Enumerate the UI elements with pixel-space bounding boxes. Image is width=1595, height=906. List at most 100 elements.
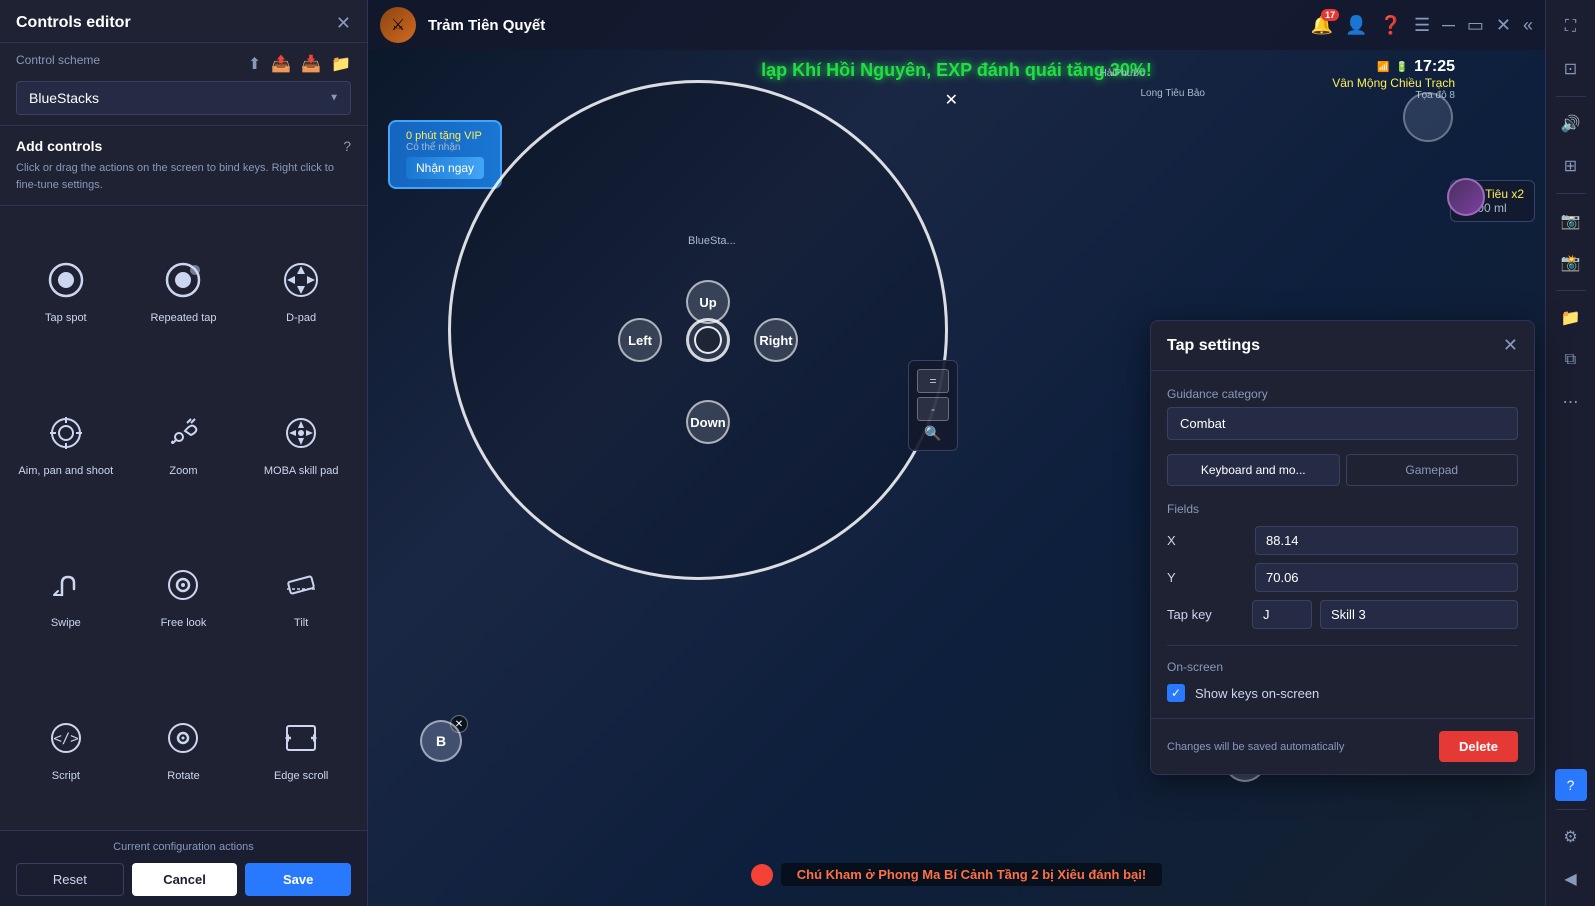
- rs-folder-icon[interactable]: 📁: [1552, 299, 1590, 337]
- show-keys-checkbox[interactable]: ✓: [1167, 684, 1185, 702]
- quest-avatar: [1447, 178, 1485, 216]
- guidance-category-label: Guidance category: [1167, 387, 1518, 401]
- control-aim-pan-shoot[interactable]: Aim, pan and shoot: [8, 367, 124, 518]
- bluestacks-dpad-label: BlueSta...: [688, 235, 736, 247]
- control-d-pad[interactable]: D-pad: [243, 214, 359, 365]
- player2-name: Long Tiêu Bảo: [1141, 88, 1206, 99]
- scheme-select[interactable]: BlueStacks: [16, 81, 351, 115]
- menu-icon[interactable]: ☰: [1414, 15, 1430, 36]
- controls-editor-panel: Controls editor ✕ Control scheme ⬆ 📤 📥 📁…: [0, 0, 368, 906]
- show-keys-row: ✓ Show keys on-screen: [1167, 684, 1518, 702]
- action-buttons: Reset Cancel Save: [16, 863, 351, 896]
- scheme-icon-export[interactable]: 📤: [271, 54, 291, 74]
- tab-row: Keyboard and mo... Gamepad: [1167, 454, 1518, 486]
- rs-more-icon[interactable]: ⋯: [1552, 383, 1590, 421]
- rs-settings-icon[interactable]: ⚙: [1552, 818, 1590, 856]
- help-topbar-icon[interactable]: ❓: [1380, 15, 1402, 36]
- player1-name: HảiPhước: [1100, 68, 1146, 79]
- small-overlay-panel: = - 🔍: [908, 360, 958, 451]
- guidance-category-input[interactable]: [1167, 407, 1518, 440]
- rs-screenshot-icon[interactable]: 📸: [1552, 244, 1590, 282]
- tap-settings-close-button[interactable]: ✕: [1503, 335, 1518, 356]
- control-edge-scroll[interactable]: Edge scroll: [243, 672, 359, 823]
- tap-spot-icon: [43, 257, 89, 303]
- tab-keyboard-mouse[interactable]: Keyboard and mo...: [1167, 454, 1340, 486]
- overlay-zoom-icon[interactable]: 🔍: [917, 425, 949, 442]
- control-tilt[interactable]: Tilt: [243, 519, 359, 670]
- close-window-icon[interactable]: ✕: [1496, 15, 1511, 36]
- script-icon: </>: [43, 715, 89, 761]
- rs-expand-icon[interactable]: ⛶: [1552, 8, 1590, 46]
- scheme-icon-import[interactable]: 📥: [301, 54, 321, 74]
- tab-gamepad[interactable]: Gamepad: [1346, 454, 1519, 486]
- control-script[interactable]: </> Script: [8, 672, 124, 823]
- hud-time: 17:25: [1414, 58, 1455, 76]
- rs-arrow-left-icon[interactable]: ◀: [1552, 860, 1590, 898]
- hud-title: Vân Mộng Chiều Trạch: [1332, 76, 1455, 90]
- control-repeated-tap[interactable]: Repeated tap: [126, 214, 242, 365]
- script-label: Script: [52, 769, 80, 783]
- tap-settings-title: Tap settings: [1167, 337, 1260, 355]
- repeated-tap-label: Repeated tap: [150, 311, 216, 325]
- tap-settings-header: Tap settings ✕: [1151, 321, 1534, 371]
- help-icon[interactable]: ?: [343, 138, 351, 154]
- bottom-message-container: Chú Kham ở Phong Ma Bí Cảnh Tầng 2 bị Xi…: [368, 863, 1545, 886]
- field-x-input[interactable]: [1255, 526, 1518, 555]
- dpad-center-button[interactable]: [686, 318, 730, 362]
- tap-settings-panel: Tap settings ✕ Guidance category Keyboar…: [1150, 320, 1535, 775]
- reset-button[interactable]: Reset: [16, 863, 124, 896]
- field-tap-key-label: Tap key: [1167, 607, 1244, 622]
- field-y-input[interactable]: [1255, 563, 1518, 592]
- rs-layers-icon[interactable]: ⧉: [1552, 341, 1590, 379]
- bottom-msg-icon: [751, 864, 773, 886]
- edge-scroll-icon: [278, 715, 324, 761]
- rotate-label: Rotate: [167, 769, 199, 783]
- control-free-look[interactable]: Free look: [126, 519, 242, 670]
- rs-collapse-icon[interactable]: ⊡: [1552, 50, 1590, 88]
- rs-question-icon[interactable]: ?: [1555, 769, 1587, 801]
- d-pad-label: D-pad: [286, 311, 316, 325]
- control-moba-skill-pad[interactable]: MOBA skill pad: [243, 367, 359, 518]
- bottom-message: Chú Kham ở Phong Ma Bí Cảnh Tầng 2 bị Xi…: [781, 863, 1162, 886]
- scheme-icon-folder[interactable]: 📁: [331, 54, 351, 74]
- rs-grid-icon[interactable]: ⊞: [1552, 147, 1590, 185]
- panel-header: Controls editor ✕: [0, 0, 367, 43]
- tilt-label: Tilt: [294, 616, 308, 630]
- dpad-close-button[interactable]: ✕: [945, 90, 958, 110]
- swipe-icon: [43, 562, 89, 608]
- notification-icon[interactable]: 🔔 17: [1311, 15, 1333, 36]
- dpad-right-button[interactable]: Right: [754, 318, 798, 362]
- control-swipe[interactable]: Swipe: [8, 519, 124, 670]
- save-button[interactable]: Save: [245, 863, 351, 896]
- scheme-label: Control scheme: [16, 53, 100, 67]
- field-tap-key-input[interactable]: [1252, 600, 1312, 629]
- scheme-icon-sync[interactable]: ⬆: [248, 54, 261, 74]
- rs-divider-2: [1556, 193, 1586, 194]
- notification-badge: 17: [1321, 9, 1339, 21]
- cancel-button[interactable]: Cancel: [132, 863, 238, 896]
- rs-divider-4: [1556, 809, 1586, 810]
- overlay-equals-btn[interactable]: =: [917, 369, 949, 393]
- control-zoom[interactable]: Zoom: [126, 367, 242, 518]
- rs-volume-icon[interactable]: 🔊: [1552, 105, 1590, 143]
- game-icon: ⚔: [380, 7, 416, 43]
- control-tap-spot[interactable]: Tap spot: [8, 214, 124, 365]
- restore-icon[interactable]: ▭: [1467, 15, 1484, 36]
- float-b-button[interactable]: B: [420, 720, 462, 762]
- current-config-section: Current configuration actions Reset Canc…: [0, 830, 367, 906]
- fields-grid: X Y Tap key: [1167, 526, 1518, 629]
- overlay-minus-btn[interactable]: -: [917, 397, 949, 421]
- control-rotate[interactable]: Rotate: [126, 672, 242, 823]
- collapse-left-icon[interactable]: «: [1523, 15, 1533, 36]
- minimize-icon[interactable]: ─: [1442, 15, 1455, 36]
- onscreen-section: On-screen ✓ Show keys on-screen: [1167, 645, 1518, 702]
- control-scheme-section: Control scheme ⬆ 📤 📥 📁 BlueStacks: [0, 43, 367, 126]
- dpad-down-button[interactable]: Down: [686, 400, 730, 444]
- rs-camera-icon[interactable]: 📷: [1552, 202, 1590, 240]
- account-icon[interactable]: 👤: [1345, 15, 1367, 36]
- dpad-left-button[interactable]: Left: [618, 318, 662, 362]
- field-skill-input[interactable]: [1320, 600, 1518, 629]
- panel-close-button[interactable]: ✕: [336, 14, 351, 32]
- add-controls-section: Add controls ? Click or drag the actions…: [0, 126, 367, 206]
- delete-button[interactable]: Delete: [1439, 731, 1518, 762]
